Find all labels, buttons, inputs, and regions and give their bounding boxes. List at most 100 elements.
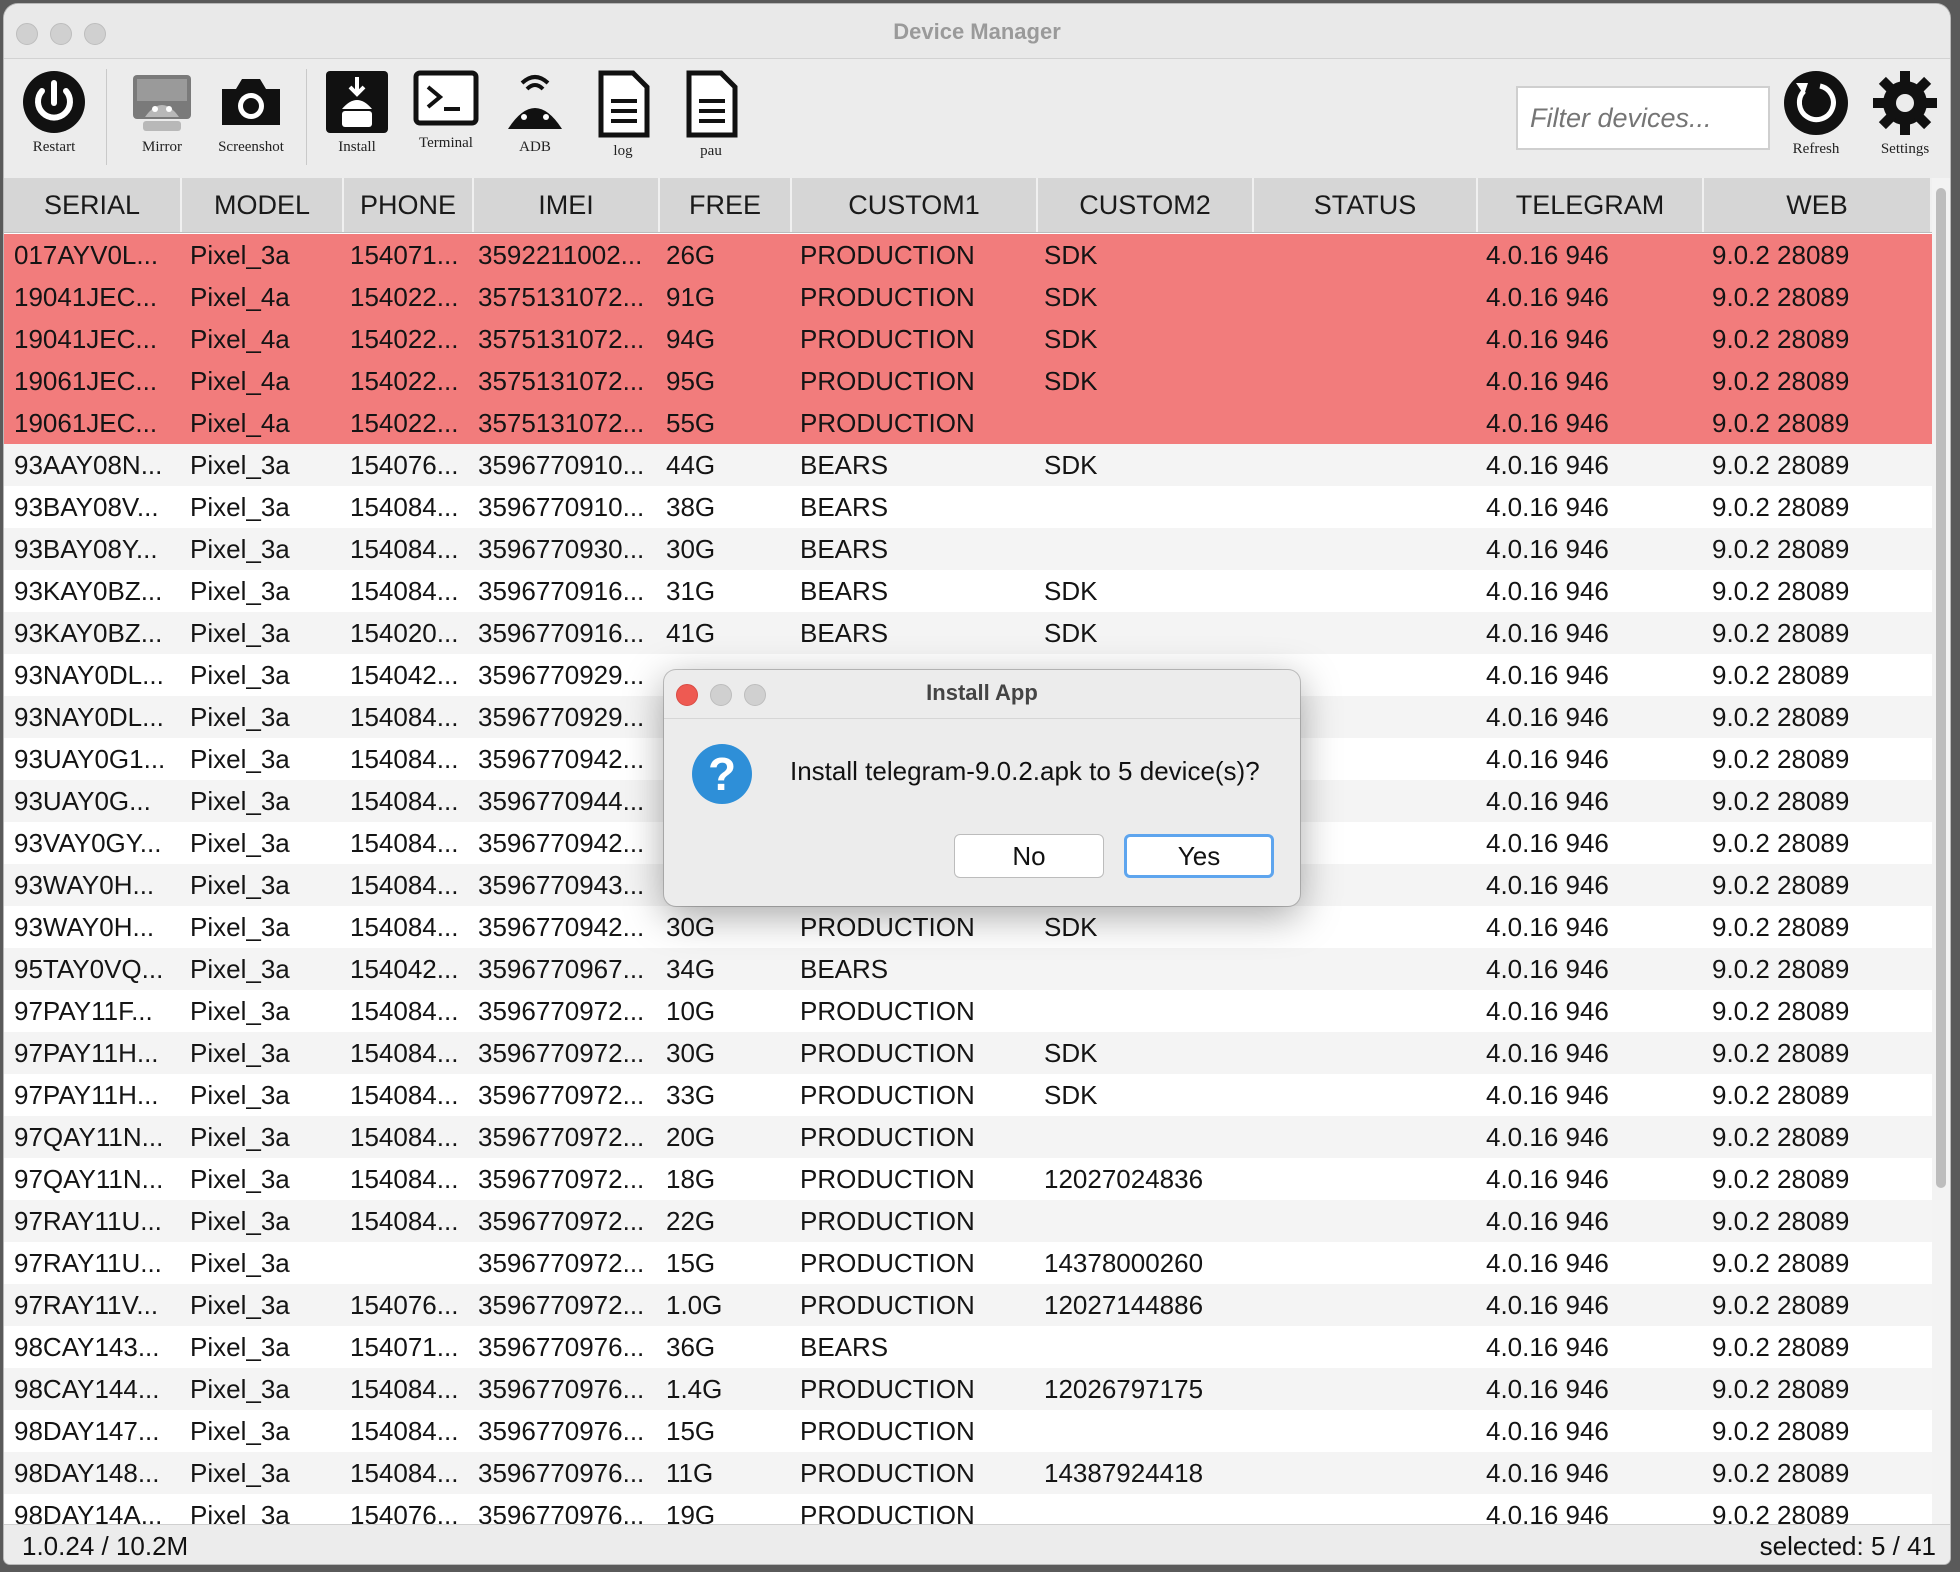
mirror-button[interactable]: Mirror	[122, 69, 202, 156]
cell-imei: 3596770976...	[478, 1458, 645, 1488]
version-label: 1.0.24 / 10.2M	[22, 1531, 189, 1561]
cell-model: Pixel_3a	[190, 492, 290, 522]
cell-model: Pixel_3a	[190, 1038, 290, 1068]
cell-telegram: 4.0.16 946	[1486, 1038, 1609, 1068]
table-row[interactable]: 98DAY148... Pixel_3a 154084... 3596770976..…	[4, 1452, 1932, 1494]
column-header-custom1[interactable]: CUSTOM1	[792, 178, 1038, 232]
table-row[interactable]: 93KAY0BZ... Pixel_3a 154020... 3596770916..…	[4, 612, 1932, 654]
table-row[interactable]: 97RAY11U... Pixel_3a 3596770972... 15G PRODU…	[4, 1242, 1932, 1284]
cell-serial: 98CAY143...	[14, 1332, 160, 1362]
table-row[interactable]: 93WAY0H... Pixel_3a 154084... 3596770942...…	[4, 906, 1932, 948]
table-row[interactable]: 19041JEC... Pixel_4a 154022... 3575131072..…	[4, 318, 1932, 360]
table-row[interactable]: 93KAY0BZ... Pixel_3a 154084... 3596770916..…	[4, 570, 1932, 612]
table-row[interactable]: 97QAY11N... Pixel_3a 154084... 3596770972..…	[4, 1158, 1932, 1200]
cell-imei: 3596770972...	[478, 1290, 645, 1320]
column-header-web[interactable]: WEB	[1704, 178, 1932, 232]
cell-serial: 97PAY11H...	[14, 1080, 159, 1110]
cell-serial: 98DAY147...	[14, 1416, 160, 1446]
pau-button[interactable]: pau	[676, 69, 746, 160]
table-row[interactable]: 93BAY08V... Pixel_3a 154084... 3596770910..…	[4, 486, 1932, 528]
cell-telegram: 4.0.16 946	[1486, 786, 1609, 816]
cell-web: 9.0.2 28089	[1712, 324, 1850, 354]
table-row[interactable]: 98CAY143... Pixel_3a 154071... 3596770976..…	[4, 1326, 1932, 1368]
table-row[interactable]: 017AYV0L... Pixel_3a 154071... 3592211002..…	[4, 234, 1932, 276]
cell-phone: 154084...	[350, 702, 459, 732]
cell-web: 9.0.2 28089	[1712, 618, 1850, 648]
cell-custom1: BEARS	[800, 618, 889, 648]
column-header-status[interactable]: STATUS	[1254, 178, 1478, 232]
cell-imei: 3596770944...	[478, 786, 645, 816]
cell-phone: 154084...	[350, 534, 459, 564]
cell-telegram: 4.0.16 946	[1486, 492, 1609, 522]
table-row[interactable]: 97PAY11F... Pixel_3a 154084... 3596770972..…	[4, 990, 1932, 1032]
cell-model: Pixel_3a	[190, 828, 290, 858]
column-header-model[interactable]: MODEL	[182, 178, 344, 232]
cell-serial: 97RAY11V...	[14, 1290, 159, 1320]
restart-button[interactable]: Restart	[18, 69, 90, 156]
cell-imei: 3596770972...	[478, 996, 645, 1026]
dialog-divider	[664, 718, 1300, 719]
table-row[interactable]: 98CAY144... Pixel_3a 154084... 3596770976..…	[4, 1368, 1932, 1410]
table-row[interactable]: 98DAY14A... Pixel_3a 154076... 3596770976..…	[4, 1494, 1932, 1524]
install-button[interactable]: Install	[320, 69, 394, 156]
screenshot-button[interactable]: Screenshot	[210, 69, 292, 156]
cell-model: Pixel_4a	[190, 366, 290, 396]
cell-imei: 3592211002...	[478, 240, 643, 270]
table-row[interactable]: 97RAY11U... Pixel_3a 154084... 3596770972..…	[4, 1200, 1932, 1242]
cell-telegram: 4.0.16 946	[1486, 912, 1609, 942]
column-header-telegram[interactable]: TELEGRAM	[1478, 178, 1704, 232]
cell-web: 9.0.2 28089	[1712, 1416, 1850, 1446]
table-row[interactable]: 19041JEC... Pixel_4a 154022... 3575131072..…	[4, 276, 1932, 318]
cell-telegram: 4.0.16 946	[1486, 1122, 1609, 1152]
cell-custom2: SDK	[1044, 912, 1098, 942]
cell-imei: 3575131072...	[478, 366, 645, 396]
log-button[interactable]: log	[588, 69, 658, 160]
cell-phone: 154022...	[350, 282, 459, 312]
power-icon	[23, 71, 85, 133]
table-row[interactable]: 95TAY0VQ... Pixel_3a 154042... 3596770967..…	[4, 948, 1932, 990]
cell-web: 9.0.2 28089	[1712, 1164, 1850, 1194]
column-header-phone[interactable]: PHONE	[344, 178, 474, 232]
yes-button[interactable]: Yes	[1124, 834, 1274, 878]
cell-web: 9.0.2 28089	[1712, 996, 1850, 1026]
question-icon: ?	[692, 744, 752, 804]
cell-imei: 3596770976...	[478, 1416, 645, 1446]
scrollbar-thumb[interactable]	[1936, 188, 1946, 1188]
column-header-imei[interactable]: IMEI	[474, 178, 660, 232]
table-row[interactable]: 97QAY11N... Pixel_3a 154084... 3596770972..…	[4, 1116, 1932, 1158]
vertical-scrollbar[interactable]	[1932, 178, 1950, 1524]
table-row[interactable]: 97PAY11H... Pixel_3a 154084... 3596770972..…	[4, 1032, 1932, 1074]
column-header-free[interactable]: FREE	[660, 178, 792, 232]
adb-button[interactable]: ADB	[498, 69, 572, 156]
terminal-button[interactable]: Terminal	[406, 69, 486, 152]
cell-custom1: PRODUCTION	[800, 1206, 975, 1236]
settings-button[interactable]: Settings	[1866, 69, 1944, 158]
table-row[interactable]: 98DAY147... Pixel_3a 154084... 3596770976..…	[4, 1410, 1932, 1452]
cell-web: 9.0.2 28089	[1712, 744, 1850, 774]
column-header-custom2[interactable]: CUSTOM2	[1038, 178, 1254, 232]
cell-phone: 154084...	[350, 1122, 459, 1152]
table-row[interactable]: 19061JEC... Pixel_4a 154022... 3575131072..…	[4, 402, 1932, 444]
filter-devices-input[interactable]	[1516, 86, 1770, 150]
cell-model: Pixel_3a	[190, 1290, 290, 1320]
table-row[interactable]: 93AAY08N... Pixel_3a 154076... 3596770910..…	[4, 444, 1932, 486]
cell-serial: 93UAY0G...	[14, 786, 151, 816]
cell-model: Pixel_4a	[190, 324, 290, 354]
cell-serial: 93WAY0H...	[14, 870, 155, 900]
cell-custom2: SDK	[1044, 1080, 1098, 1110]
refresh-button[interactable]: Refresh	[1778, 69, 1854, 158]
table-row[interactable]: 97PAY11H... Pixel_3a 154084... 3596770972..…	[4, 1074, 1932, 1116]
table-row[interactable]: 19061JEC... Pixel_4a 154022... 3575131072..…	[4, 360, 1932, 402]
cell-telegram: 4.0.16 946	[1486, 744, 1609, 774]
table-row[interactable]: 93BAY08Y... Pixel_3a 154084... 3596770930..…	[4, 528, 1932, 570]
cell-custom2: SDK	[1044, 618, 1098, 648]
cell-custom1: PRODUCTION	[800, 1374, 975, 1404]
cell-phone: 154084...	[350, 828, 459, 858]
cell-custom1: PRODUCTION	[800, 282, 975, 312]
no-button[interactable]: No	[954, 834, 1104, 878]
cell-web: 9.0.2 28089	[1712, 366, 1850, 396]
cell-phone: 154084...	[350, 1458, 459, 1488]
cell-serial: 19041JEC...	[14, 324, 158, 354]
column-header-serial[interactable]: SERIAL	[4, 178, 182, 232]
table-row[interactable]: 97RAY11V... Pixel_3a 154076... 3596770972..…	[4, 1284, 1932, 1326]
